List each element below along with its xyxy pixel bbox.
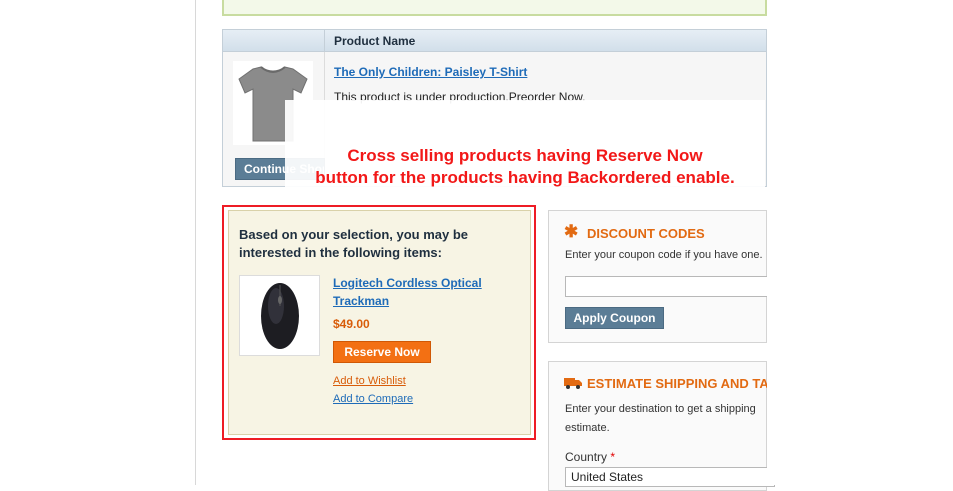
crosssell-product-price: $49.00 bbox=[333, 317, 370, 331]
estimate-shipping-title: ESTIMATE SHIPPING AND TAX bbox=[587, 376, 778, 391]
annotation-text: Cross selling products having Reserve No… bbox=[285, 145, 765, 189]
country-label-text: Country bbox=[565, 450, 608, 464]
mouse-image[interactable] bbox=[239, 275, 320, 356]
truck-icon bbox=[564, 378, 582, 389]
column-header-product-name: Product Name bbox=[334, 34, 416, 48]
annotation-line-1: Cross selling products having Reserve No… bbox=[347, 146, 703, 165]
crosssell-heading: Based on your selection, you may be inte… bbox=[239, 227, 469, 260]
add-to-wishlist-link[interactable]: Add to Wishlist bbox=[333, 375, 406, 387]
required-marker: * bbox=[610, 450, 616, 464]
page-left-border bbox=[195, 0, 196, 485]
country-label: Country * bbox=[565, 450, 615, 464]
crosssell-product-link[interactable]: Logitech Cordless Optical Trackman bbox=[333, 274, 503, 310]
column-divider bbox=[324, 30, 325, 52]
discount-codes-title: DISCOUNT CODES bbox=[587, 226, 705, 241]
shipping-help-text: Enter your destination to get a shipping… bbox=[565, 403, 756, 434]
cart-product-link[interactable]: The Only Children: Paisley T-Shirt bbox=[334, 65, 527, 79]
discount-help-text: Enter your coupon code if you have one. bbox=[565, 249, 763, 261]
asterisk-icon: ✱ bbox=[564, 222, 579, 241]
country-select[interactable]: United States bbox=[565, 467, 775, 487]
success-message-box bbox=[222, 0, 767, 16]
add-to-compare-link[interactable]: Add to Compare bbox=[333, 393, 413, 405]
apply-coupon-button[interactable]: Apply Coupon bbox=[565, 307, 664, 329]
annotation-line-2: button for the products having Backorder… bbox=[315, 168, 735, 187]
reserve-now-button[interactable]: Reserve Now bbox=[333, 341, 431, 363]
coupon-code-input[interactable] bbox=[565, 276, 775, 297]
crop-margin bbox=[767, 0, 953, 485]
cart-table-header: Product Name bbox=[223, 30, 766, 52]
